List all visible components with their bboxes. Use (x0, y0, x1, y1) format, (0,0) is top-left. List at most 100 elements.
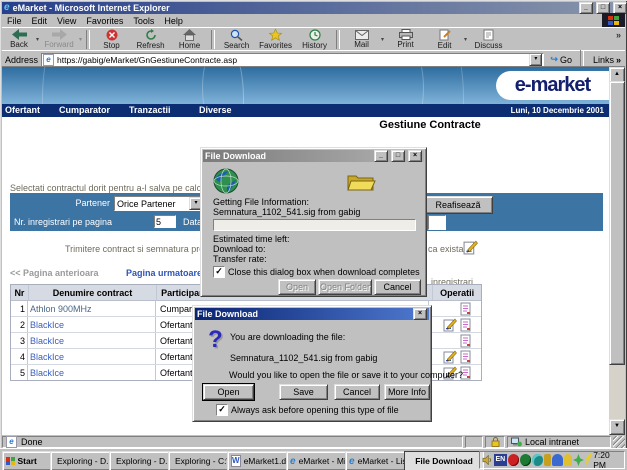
menu-help[interactable]: Help (159, 15, 188, 27)
agent-green-icon[interactable] (520, 454, 531, 466)
print-button[interactable]: Print (386, 29, 425, 49)
window-titlebar[interactable]: e eMarket - Microsoft Internet Explorer … (2, 2, 627, 14)
user-yellow-icon[interactable] (564, 454, 572, 466)
contract-link[interactable]: BlackIce (28, 333, 156, 348)
prev-page-link: << Pagina anterioara (10, 268, 99, 278)
dialog-minimize-button[interactable]: _ (374, 150, 388, 162)
history-button[interactable]: History (295, 29, 334, 50)
stop-button[interactable]: Stop (92, 29, 131, 50)
send-contract-text: Trimitere contract si semnatura proprie (65, 244, 219, 254)
nav-tranzactii[interactable]: Tranzactii (129, 105, 171, 115)
document-icon[interactable] (459, 302, 473, 316)
dialog-close-button[interactable]: × (413, 308, 427, 320)
toolbar-chevron-icon[interactable]: » (616, 30, 621, 40)
signature-icon[interactable] (443, 350, 457, 364)
home-icon (183, 29, 196, 41)
menu-file[interactable]: File (2, 15, 27, 27)
forward-icon (52, 29, 67, 40)
ie-icon: e (290, 456, 296, 467)
mail-button[interactable]: Mail (342, 30, 381, 49)
status-pane: e Done (2, 436, 463, 448)
favorites-icon (269, 29, 282, 41)
address-dropdown-icon[interactable]: ▾ (529, 53, 542, 66)
signature-icon[interactable] (443, 318, 457, 332)
mail-dropdown-icon[interactable]: ▾ (381, 36, 384, 43)
address-label: Address (2, 55, 38, 65)
nav-diverse[interactable]: Diverse (199, 105, 232, 115)
taskbar-button-explorer2[interactable]: Exploring - D... (109, 451, 174, 470)
scroll-down-icon[interactable]: ▼ (609, 419, 625, 435)
taskbar-button-explorer1[interactable]: Exploring - D... (50, 451, 115, 470)
home-button[interactable]: Home (170, 29, 209, 50)
nav-ofertant[interactable]: Ofertant (5, 105, 40, 115)
vertical-scrollbar[interactable]: ▲ ▼ (609, 67, 625, 435)
address-field[interactable]: e https://gabig/eMarket/GnGestiuneContra… (41, 53, 544, 67)
header-contract: Denumire contract (29, 285, 157, 300)
go-button[interactable]: ↪ Go (547, 54, 575, 65)
taskbar-button-word[interactable]: W eMarket1.doc... (227, 451, 292, 470)
search-icon (230, 29, 243, 41)
per-page-input[interactable] (154, 215, 176, 228)
lock-icon (491, 437, 500, 447)
user-blue-icon[interactable] (552, 454, 563, 466)
antivirus-icon[interactable] (508, 454, 519, 466)
language-indicator[interactable]: EN (494, 454, 507, 466)
scanner-green-icon[interactable] (573, 454, 584, 466)
agent-teal-icon[interactable] (532, 454, 543, 466)
cancel-button[interactable]: Cancel (334, 384, 380, 400)
signature-icon[interactable] (463, 240, 478, 255)
links-button[interactable]: Links » (589, 55, 625, 65)
power-icon[interactable] (585, 454, 592, 466)
scrollbar-thumb[interactable] (609, 81, 625, 365)
save-button[interactable]: Save (279, 384, 328, 400)
edit-dropdown-icon[interactable]: ▾ (464, 36, 467, 43)
open-folder-button: Open Folder (318, 279, 372, 295)
minimize-button[interactable]: _ (579, 2, 593, 14)
data-select-fragment[interactable] (428, 215, 446, 230)
menu-tools[interactable]: Tools (128, 15, 159, 27)
close-when-done-checkbox[interactable]: ✓ (213, 266, 225, 278)
resize-grip[interactable] (613, 436, 625, 448)
taskbar-button-explorer3[interactable]: Exploring - C:\... (168, 451, 233, 470)
discuss-button[interactable]: Discuss (469, 29, 508, 50)
nav-cumparator[interactable]: Cumparator (59, 105, 110, 115)
contract-link[interactable]: BlackIce (28, 317, 156, 332)
document-icon[interactable] (459, 334, 473, 348)
contract-link[interactable]: BlackIce (28, 349, 156, 364)
menu-edit[interactable]: Edit (27, 15, 53, 27)
file-info-text: Semnatura_1102_541.sig from gabig (213, 207, 360, 217)
always-ask-checkbox[interactable]: ✓ (216, 404, 228, 416)
back-button[interactable]: Back (2, 29, 36, 49)
brand-logo (602, 13, 625, 28)
partener-select[interactable]: Orice Partener ▾ (114, 196, 204, 211)
taskbar-button-ie1[interactable]: e eMarket - Mic... (286, 451, 351, 470)
dialog-titlebar[interactable]: File Download _ □ × (203, 150, 424, 162)
contract-link[interactable]: Athlon 900MHz (28, 301, 156, 316)
dialog-close-button[interactable]: × (408, 150, 422, 162)
contract-link[interactable]: BlackIce (28, 365, 156, 380)
menu-view[interactable]: View (52, 15, 81, 27)
dialog-titlebar[interactable]: File Download × (195, 308, 429, 320)
search-button[interactable]: Search (217, 29, 256, 50)
taskbar-button-ie2[interactable]: e eMarket - List... (345, 451, 410, 470)
dialog-restore-button[interactable]: □ (391, 150, 405, 162)
refresh-button[interactable]: Refresh (131, 29, 170, 50)
system-tray: EN 7:20 PM (479, 451, 625, 469)
menu-favorites[interactable]: Favorites (81, 15, 128, 27)
document-icon[interactable] (459, 350, 473, 364)
reafiseaza-button[interactable]: Reafiseazã (423, 196, 493, 214)
document-icon[interactable] (459, 318, 473, 332)
open-button[interactable]: Open (203, 384, 254, 400)
cancel-button[interactable]: Cancel (374, 279, 421, 295)
row-nr: 1 (11, 301, 28, 316)
more-info-button[interactable]: More Info (384, 384, 430, 400)
open-button: Open (278, 279, 316, 295)
clock[interactable]: 7:20 PM (593, 450, 622, 470)
taskbar-button-active[interactable]: File Download (404, 451, 484, 470)
alert-gold-icon[interactable] (544, 454, 551, 466)
start-button[interactable]: Start (2, 451, 54, 470)
address-url[interactable]: https://gabig/eMarket/GnGestiuneContract… (57, 55, 526, 65)
volume-icon[interactable] (482, 454, 493, 466)
edit-button[interactable]: Edit (425, 29, 464, 50)
favorites-button[interactable]: Favorites (256, 29, 295, 50)
